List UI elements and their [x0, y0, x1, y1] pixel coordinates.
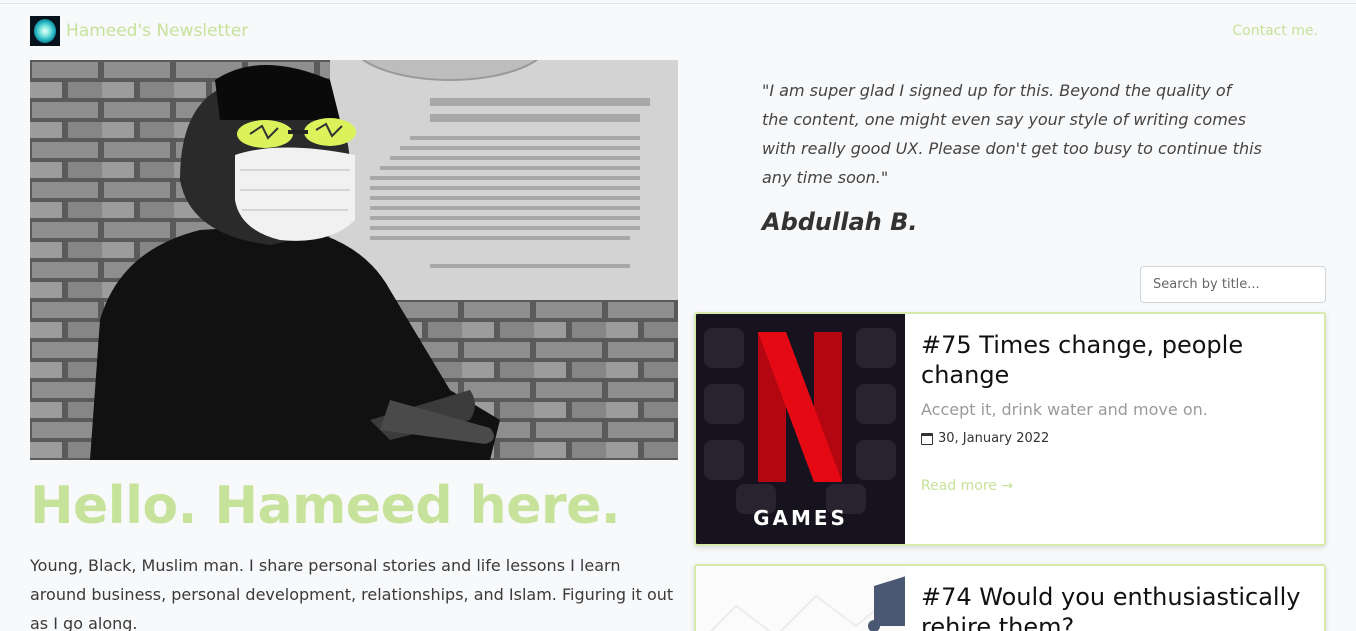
top-divider — [0, 3, 1356, 4]
profile-photo-illustration — [30, 60, 678, 460]
post-title[interactable]: #74 Would you enthusiastically rehire th… — [921, 582, 1308, 631]
post-card[interactable]: #74 Would you enthusiastically rehire th… — [694, 564, 1326, 631]
post-thumbnail[interactable]: GAMES — [696, 314, 905, 544]
post-date: 30, January 2022 — [921, 431, 1308, 446]
post-thumbnail[interactable] — [696, 566, 905, 631]
contact-link[interactable]: Contact me. — [1232, 23, 1318, 39]
post-card[interactable]: GAMES #75 Times change, people change Ac… — [694, 312, 1326, 546]
hero-photo — [30, 60, 678, 460]
logo-icon — [30, 16, 60, 46]
search-input[interactable] — [1140, 266, 1326, 303]
testimonial-author: Abdullah B. — [762, 208, 918, 236]
post-date-text: 30, January 2022 — [938, 431, 1050, 446]
post-subtitle: Accept it, drink water and move on. — [921, 400, 1208, 419]
brand[interactable]: Hameed's Newsletter — [30, 16, 248, 46]
post-title[interactable]: #75 Times change, people change — [921, 330, 1308, 390]
hero-title: Hello. Hameed here. — [30, 476, 621, 536]
brand-name[interactable]: Hameed's Newsletter — [66, 21, 248, 41]
hero-intro: Young, Black, Muslim man. I share person… — [30, 556, 674, 631]
calendar-icon — [921, 432, 933, 445]
pushpin-icon — [696, 566, 905, 631]
thumbnail-label: GAMES — [753, 506, 848, 530]
testimonial-quote: "I am super glad I signed up for this. B… — [762, 81, 1262, 187]
read-more-link[interactable]: Read more → — [921, 478, 1308, 494]
